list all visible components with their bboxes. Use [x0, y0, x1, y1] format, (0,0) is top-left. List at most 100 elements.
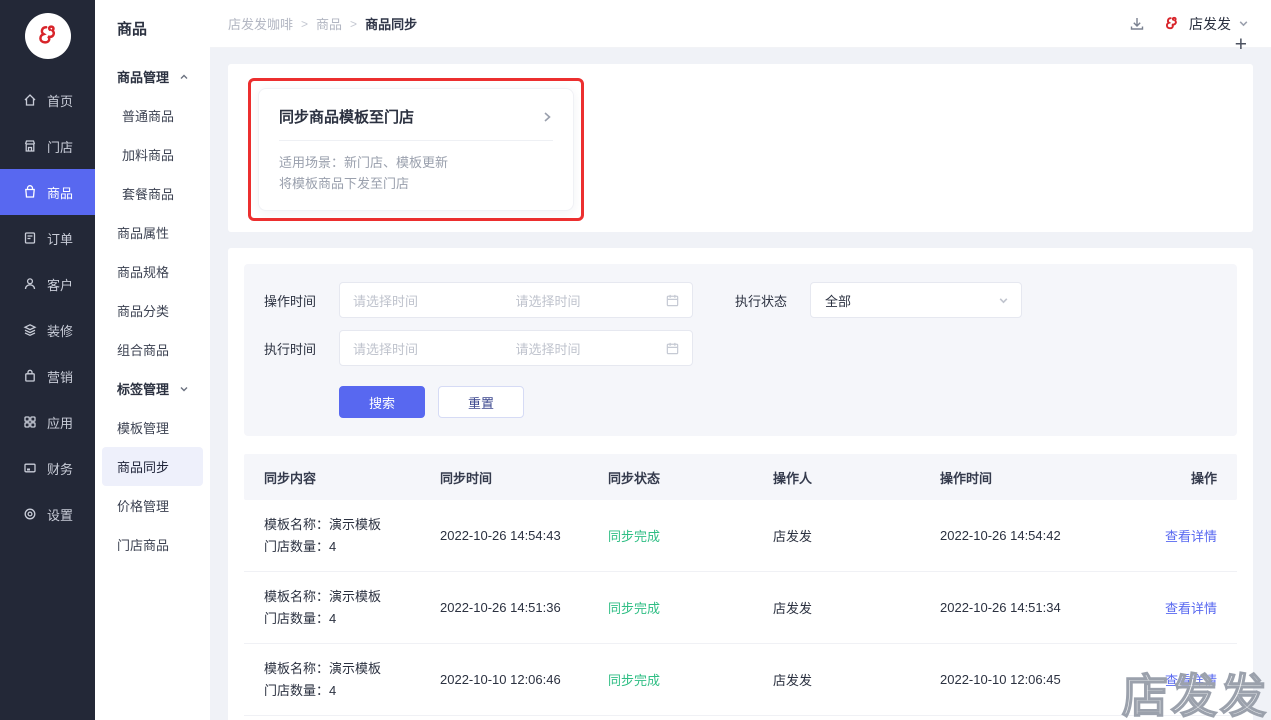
customer-icon — [24, 278, 36, 290]
sidebar-item-label: 商品 — [47, 185, 74, 201]
subnav-item-store-goods[interactable]: 门店商品 — [95, 525, 210, 564]
download-button[interactable] — [1128, 15, 1146, 33]
sidebar-item-goods[interactable]: 商品 — [0, 169, 95, 215]
topbar: 店发发咖啡 > 商品 > 商品同步 店发发 — [210, 0, 1271, 48]
sidebar-item-orders[interactable]: 订单 — [0, 215, 95, 261]
cell-sync-content: 模板名称：演示模板 门店数量：4 — [264, 661, 382, 698]
sync-card-panel: 同步商品模板至门店 适用场景：新门店、模板更新 将模板商品下发至门店 — [228, 64, 1253, 232]
cell-sync-content: 模板名称：演示模板 门店数量：4 — [264, 517, 382, 554]
finance-card-icon — [24, 463, 36, 473]
view-details-link[interactable]: 查看详情 — [1140, 526, 1237, 545]
filter-block: 操作时间 请选择时间 请选择时间 执行状态 全部 执行时间 请选择时间 请选择时… — [244, 264, 1237, 436]
subnav-group-tag-management[interactable]: 标签管理 — [95, 369, 210, 408]
exec-time-end-placeholder: 请选择时间 — [515, 341, 581, 357]
sidebar-item-label: 客户 — [47, 277, 74, 293]
breadcrumb-separator: > — [301, 16, 309, 31]
status-badge: 同步完成 — [608, 529, 661, 544]
view-details-link[interactable]: 查看详情 — [1140, 598, 1237, 617]
download-icon — [1130, 17, 1144, 30]
red-annotation-box: 同步商品模板至门店 适用场景：新门店、模板更新 将模板商品下发至门店 — [248, 78, 584, 221]
chevron-down-icon — [1239, 21, 1248, 27]
sidebar-item-customers[interactable]: 客户 — [0, 261, 95, 307]
view-details-link[interactable]: 查看详情 — [1140, 670, 1237, 689]
cell-sync-time: 2022-10-10 12:06:46 — [440, 672, 561, 687]
col-header-action: 操作 — [1190, 470, 1217, 486]
search-button[interactable]: 搜索 — [339, 386, 425, 418]
subnav-group-goods-management[interactable]: 商品管理 — [95, 57, 210, 96]
subnav-item-goods-attributes[interactable]: 商品属性 — [95, 213, 210, 252]
sidebar-item-marketing[interactable]: 营销 — [0, 353, 95, 399]
sidebar-item-label: 财务 — [47, 461, 74, 477]
sync-template-card[interactable]: 同步商品模板至门店 适用场景：新门店、模板更新 将模板商品下发至门店 — [258, 88, 574, 211]
sidebar-item-settings[interactable]: 设置 — [0, 491, 95, 537]
sidebar-item-label: 门店 — [47, 139, 74, 155]
app-window: 首页 门店 商品 订单 客户 装修 营销 应用 财务 设置 商品 商品管理 普通… — [0, 0, 1271, 720]
secondary-sidebar: 商品 商品管理 普通商品 加料商品 套餐商品 商品属性 商品规格 商品分类 组合… — [95, 0, 210, 720]
topbar-right: 店发发 — [1128, 14, 1249, 34]
secondary-sidebar-title: 商品 — [117, 21, 148, 38]
chevron-up-icon — [180, 74, 188, 79]
brand-logo-icon — [38, 25, 55, 44]
breadcrumb-item-store[interactable]: 店发发咖啡 — [228, 14, 293, 33]
status-badge: 同步完成 — [608, 673, 661, 688]
op-time-range-input[interactable]: 请选择时间 请选择时间 — [339, 282, 693, 318]
plus-icon[interactable]: + — [1235, 34, 1247, 55]
exec-time-start-placeholder: 请选择时间 — [353, 341, 419, 357]
calendar-icon — [666, 294, 679, 306]
exec-status-value: 全部 — [825, 293, 852, 309]
sidebar-item-label: 装修 — [47, 323, 74, 339]
user-menu[interactable]: 店发发 — [1162, 14, 1249, 34]
subnav-item-template-management[interactable]: 模板管理 — [95, 408, 210, 447]
marketing-bag-icon — [25, 369, 35, 382]
op-time-end-placeholder: 请选择时间 — [515, 293, 581, 309]
subnav-item-goods-categories[interactable]: 商品分类 — [95, 291, 210, 330]
goods-bag-icon — [25, 185, 35, 198]
calendar-icon — [666, 342, 679, 354]
list-panel: 操作时间 请选择时间 请选择时间 执行状态 全部 执行时间 请选择时间 请选择时… — [228, 248, 1253, 720]
col-header-operator: 操作人 — [773, 470, 813, 486]
breadcrumb-item-goods[interactable]: 商品 — [316, 14, 342, 33]
op-time-start-placeholder: 请选择时间 — [353, 293, 419, 309]
exec-status-select[interactable]: 全部 — [810, 282, 1022, 318]
subnav-item-goods-sync[interactable]: 商品同步 — [102, 447, 203, 486]
decorate-layers-icon — [23, 324, 37, 337]
table-header-row: 同步内容 同步时间 同步状态 操作人 操作时间 操作 — [244, 454, 1237, 500]
sidebar-item-stores[interactable]: 门店 — [0, 123, 95, 169]
col-header-sync-status: 同步状态 — [608, 470, 661, 486]
sidebar-item-label: 首页 — [47, 93, 74, 109]
reset-button[interactable]: 重置 — [438, 386, 524, 418]
subnav-item-combo-meal-goods[interactable]: 套餐商品 — [95, 174, 210, 213]
sidebar-item-decorate[interactable]: 装修 — [0, 307, 95, 353]
cell-sync-time: 2022-10-26 14:51:36 — [440, 600, 561, 615]
exec-time-range-input[interactable]: 请选择时间 请选择时间 — [339, 330, 693, 366]
subnav-item-combined-goods[interactable]: 组合商品 — [95, 330, 210, 369]
content-area: 同步商品模板至门店 适用场景：新门店、模板更新 将模板商品下发至门店 操作时间 … — [210, 48, 1271, 720]
col-header-sync-time: 同步时间 — [440, 470, 493, 486]
table-row: 模板名称：演示模板 门店数量：4 2022-10-26 14:54:43 同步完… — [244, 500, 1237, 572]
status-badge: 同步完成 — [608, 601, 661, 616]
table-row: 模板名称：演示模板 门店数量：4 2022-10-26 14:51:36 同步完… — [244, 572, 1237, 644]
cell-sync-time: 2022-10-26 14:54:43 — [440, 528, 561, 543]
chevron-down-icon — [180, 386, 188, 391]
subnav-item-price-management[interactable]: 价格管理 — [95, 486, 210, 525]
sidebar-item-home[interactable]: 首页 — [0, 77, 95, 123]
breadcrumb: 店发发咖啡 > 商品 > 商品同步 — [228, 14, 417, 33]
sidebar-item-apps[interactable]: 应用 — [0, 399, 95, 445]
breadcrumb-separator: > — [350, 16, 358, 31]
sidebar-item-finance[interactable]: 财务 — [0, 445, 95, 491]
sync-card-description: 适用场景：新门店、模板更新 将模板商品下发至门店 — [279, 155, 449, 192]
exec-time-label: 执行时间 — [264, 341, 317, 357]
col-header-sync-content: 同步内容 — [264, 470, 317, 486]
card-divider — [279, 140, 553, 141]
store-icon — [24, 140, 36, 152]
col-header-op-time: 操作时间 — [940, 470, 993, 486]
brand-logo[interactable] — [24, 13, 71, 59]
subnav-item-topping-goods[interactable]: 加料商品 — [95, 135, 210, 174]
subnav-item-normal-goods[interactable]: 普通商品 — [95, 96, 210, 135]
sync-records-table: 同步内容 同步时间 同步状态 操作人 操作时间 操作 模板名称：演示模板 门店数… — [244, 454, 1237, 716]
sidebar-item-label: 营销 — [47, 369, 74, 385]
order-icon — [24, 232, 36, 244]
op-time-label: 操作时间 — [264, 293, 317, 309]
subnav-item-goods-specs[interactable]: 商品规格 — [95, 252, 210, 291]
chevron-down-icon — [999, 297, 1008, 303]
